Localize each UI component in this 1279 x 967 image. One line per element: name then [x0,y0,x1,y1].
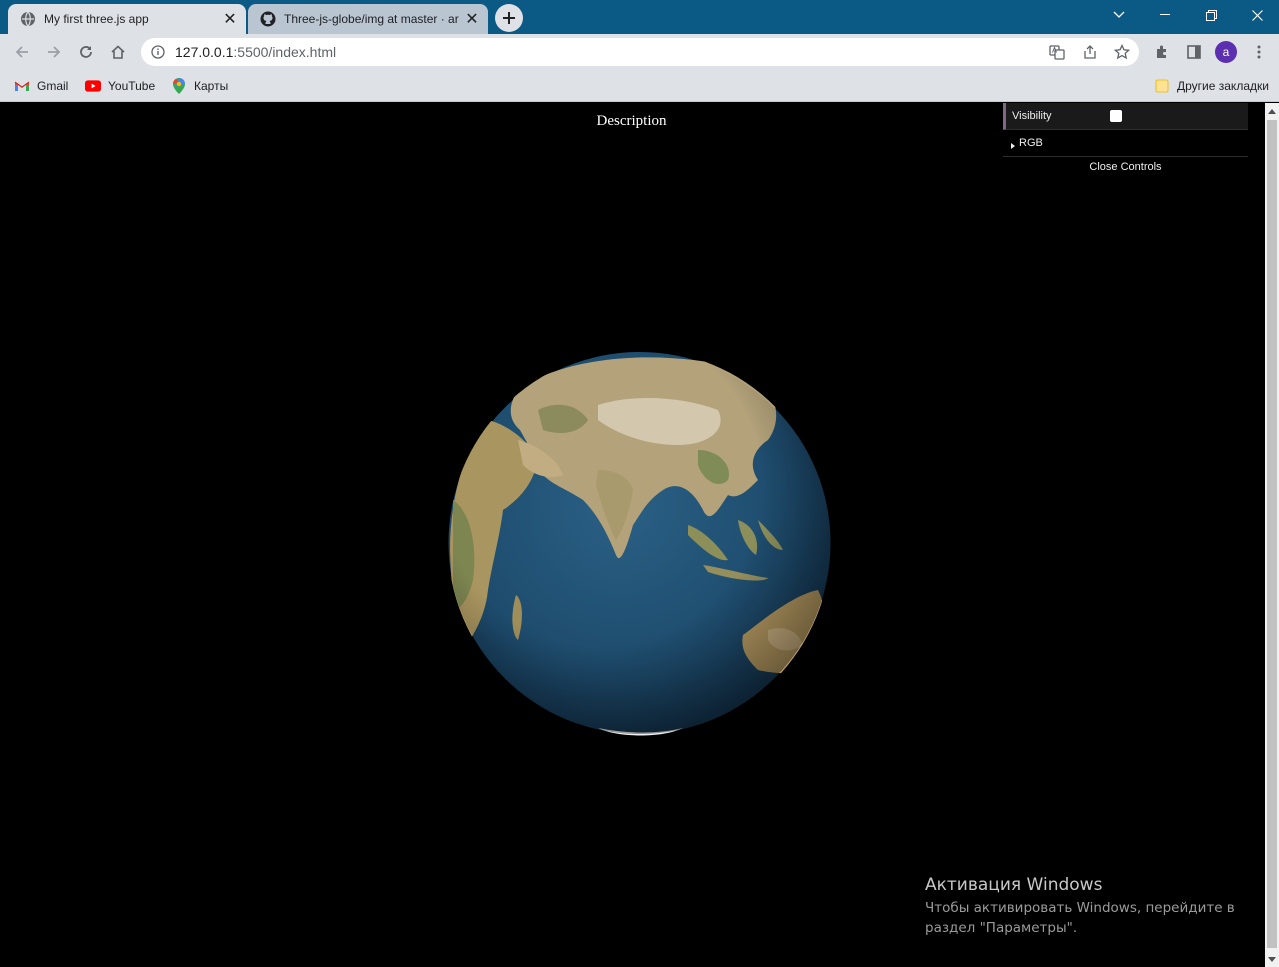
minimize-icon [1160,14,1170,15]
restore-icon [1205,9,1217,21]
vertical-scrollbar[interactable] [1265,103,1279,967]
bookmark-star-icon[interactable] [1113,43,1131,65]
reload-icon [80,46,92,58]
profile-avatar[interactable]: a [1215,41,1237,63]
scroll-up-icon[interactable] [1265,104,1279,118]
chevron-down-icon [1113,11,1125,18]
windows-activation-watermark: Активация Windows Чтобы активировать Win… [925,875,1245,938]
watermark-title: Активация Windows [925,875,1103,895]
close-tab-icon[interactable]: ✕ [464,11,480,28]
browser-toolbar: 127.0.0.1:5500/index.html a [0,34,1279,70]
share-icon[interactable] [1082,44,1098,65]
bookmark-label: Карты [194,79,229,93]
minimize-button[interactable] [1142,0,1188,30]
bookmarks-bar: Gmail YouTube Карты Другие закладки [0,70,1279,102]
tab-search-button[interactable] [1096,0,1142,30]
github-icon [260,11,276,27]
rgb-folder-label: RGB [1019,137,1043,149]
bookmark-gmail[interactable]: Gmail [14,76,68,96]
home-icon [111,45,125,59]
gmail-icon [14,78,30,94]
bookmark-label: YouTube [108,79,156,93]
menu-button[interactable] [1245,38,1273,66]
youtube-icon [85,78,101,94]
info-icon[interactable] [151,45,165,64]
tab-my-first-threejs-app[interactable]: My first three.js app ✕ [8,4,246,34]
address-bar[interactable]: 127.0.0.1:5500/index.html [141,38,1139,66]
tab-title: My first three.js app [44,12,149,26]
scroll-down-icon[interactable] [1265,952,1279,966]
puzzle-icon [1157,45,1166,58]
visibility-control[interactable]: Visibility [1003,103,1248,130]
forward-button[interactable] [40,38,68,66]
globe-icon [20,11,36,27]
other-bookmarks[interactable]: Другие закладки [1154,76,1269,96]
new-tab-button[interactable] [495,4,523,32]
close-controls-button[interactable]: Close Controls [1003,157,1248,177]
watermark-text: Чтобы активировать Windows, перейдите в … [925,900,1235,936]
home-button[interactable] [104,38,132,66]
close-icon [1251,9,1263,21]
url-path: :5500/index.html [233,44,337,60]
other-bookmarks-label: Другие закладки [1177,79,1269,93]
tab-threejs-globe-github[interactable]: Three-js-globe/img at master · ar ✕ [248,4,488,34]
page-viewport: Description Активация Windows Чтобы акти… [0,103,1265,967]
side-panel-button[interactable] [1180,38,1208,66]
restore-button[interactable] [1188,0,1234,30]
kebab-menu-icon [1257,45,1261,59]
bookmark-youtube[interactable]: YouTube [85,76,155,96]
close-window-button[interactable] [1234,0,1279,30]
address-url: 127.0.0.1:5500/index.html [175,38,336,66]
bookmark-label: Gmail [37,79,69,93]
reload-button[interactable] [72,38,100,66]
folder-icon [1154,78,1170,94]
bookmark-maps[interactable]: Карты [171,76,228,96]
visibility-checkbox[interactable] [1110,110,1122,122]
translate-icon[interactable] [1049,44,1065,65]
extensions-button[interactable] [1148,38,1176,66]
tab-title: Three-js-globe/img at master · ar [284,12,459,26]
tab-strip: My first three.js app ✕ Three-js-globe/i… [0,0,1279,34]
maps-icon [171,78,187,94]
gui-controls-panel: Visibility RGB Close Controls [1003,103,1248,177]
arrow-left-icon [15,46,28,58]
close-tab-icon[interactable]: ✕ [222,11,238,28]
arrow-right-icon [48,46,61,58]
plus-icon [503,12,515,24]
url-host: 127.0.0.1 [175,44,234,60]
side-panel-icon [1187,45,1201,59]
earth-globe[interactable] [448,350,831,736]
scroll-thumb[interactable] [1267,120,1277,948]
visibility-label: Visibility [1012,110,1052,122]
triangle-right-icon [1011,140,1015,152]
back-button[interactable] [8,38,36,66]
rgb-folder[interactable]: RGB [1003,130,1248,157]
